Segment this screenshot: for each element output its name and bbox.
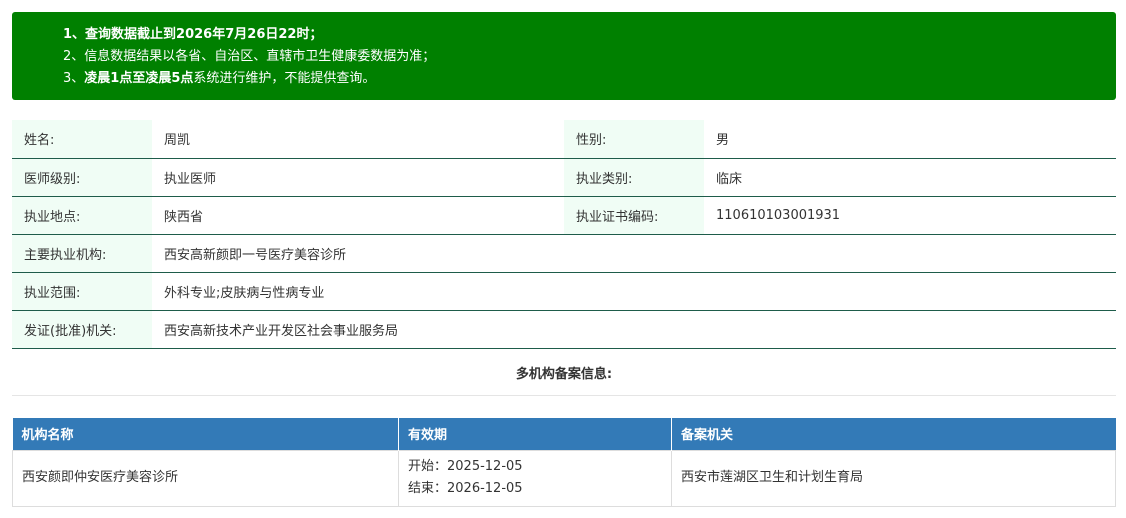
col-header-institution: 机构名称 bbox=[12, 418, 399, 450]
scope-value: 外科专业;皮肤病与性病专业 bbox=[152, 272, 1116, 311]
institution-label: 主要执业机构: bbox=[12, 234, 152, 273]
info-row: 主要执业机构: 西安高新颜即一号医疗美容诊所 bbox=[12, 234, 1116, 273]
info-row: 执业地点: 陕西省 执业证书编码: 110610103001931 bbox=[12, 196, 1116, 235]
gender-label: 性别: bbox=[564, 120, 704, 159]
cert-label: 执业证书编码: bbox=[564, 196, 704, 235]
cert-value: 110610103001931 bbox=[704, 196, 1116, 235]
category-value: 临床 bbox=[704, 158, 1116, 197]
notice-line-3-prefix: 3、 bbox=[63, 71, 85, 86]
doctor-info-table: 姓名: 周凯 性别: 男 医师级别: 执业医师 执业类别: 临床 执业地点: 陕… bbox=[12, 120, 1116, 349]
row-validity: 开始：2025-12-05 结束：2026-12-05 bbox=[398, 449, 672, 507]
location-label: 执业地点: bbox=[12, 196, 152, 235]
row-institution-name: 西安颜即仲安医疗美容诊所 bbox=[12, 449, 399, 507]
gender-value: 男 bbox=[704, 120, 1116, 159]
category-label: 执业类别: bbox=[564, 158, 704, 197]
notice-line-3: 3、凌晨1点至凌晨5点系统进行维护，不能提供查询。 bbox=[63, 68, 1116, 90]
col-header-authority: 备案机关 bbox=[671, 418, 1116, 450]
level-value: 执业医师 bbox=[152, 158, 564, 197]
multi-institution-title: 多机构备案信息: bbox=[12, 354, 1116, 396]
info-row: 执业范围: 外科专业;皮肤病与性病专业 bbox=[12, 272, 1116, 311]
info-row: 姓名: 周凯 性别: 男 bbox=[12, 120, 1116, 159]
row-validity-end: 结束：2026-12-05 bbox=[408, 481, 523, 496]
table-header-row: 机构名称 有效期 备案机关 bbox=[12, 418, 1116, 450]
name-label: 姓名: bbox=[12, 120, 152, 159]
info-row: 发证(批准)机关: 西安高新技术产业开发区社会事业服务局 bbox=[12, 310, 1116, 349]
col-header-validity: 有效期 bbox=[398, 418, 672, 450]
notice-line-3-bold: 凌晨1点至凌晨5点 bbox=[84, 71, 194, 86]
info-row: 医师级别: 执业医师 执业类别: 临床 bbox=[12, 158, 1116, 197]
notice-line-1: 1、查询数据截止到2026年7月26日22时； bbox=[63, 27, 323, 42]
scope-label: 执业范围: bbox=[12, 272, 152, 311]
row-authority: 西安市莲湖区卫生和计划生育局 bbox=[671, 449, 1116, 507]
name-value: 周凯 bbox=[152, 120, 564, 159]
table-row: 西安颜即仲安医疗美容诊所 开始：2025-12-05 结束：2026-12-05… bbox=[12, 449, 1116, 507]
institution-value: 西安高新颜即一号医疗美容诊所 bbox=[152, 234, 1116, 273]
row-validity-start: 开始：2025-12-05 bbox=[408, 459, 523, 474]
level-label: 医师级别: bbox=[12, 158, 152, 197]
location-value: 陕西省 bbox=[152, 196, 564, 235]
multi-institution-table: 机构名称 有效期 备案机关 西安颜即仲安医疗美容诊所 开始：2025-12-05… bbox=[12, 418, 1116, 507]
notice-banner: 1、查询数据截止到2026年7月26日22时； 2、信息数据结果以各省、自治区、… bbox=[12, 12, 1116, 100]
notice-line-3-rest: 系统进行维护，不能提供查询。 bbox=[193, 71, 376, 86]
notice-line-2: 2、信息数据结果以各省、自治区、直辖市卫生健康委数据为准； bbox=[63, 49, 436, 64]
issuer-value: 西安高新技术产业开发区社会事业服务局 bbox=[152, 310, 1116, 349]
issuer-label: 发证(批准)机关: bbox=[12, 310, 152, 349]
